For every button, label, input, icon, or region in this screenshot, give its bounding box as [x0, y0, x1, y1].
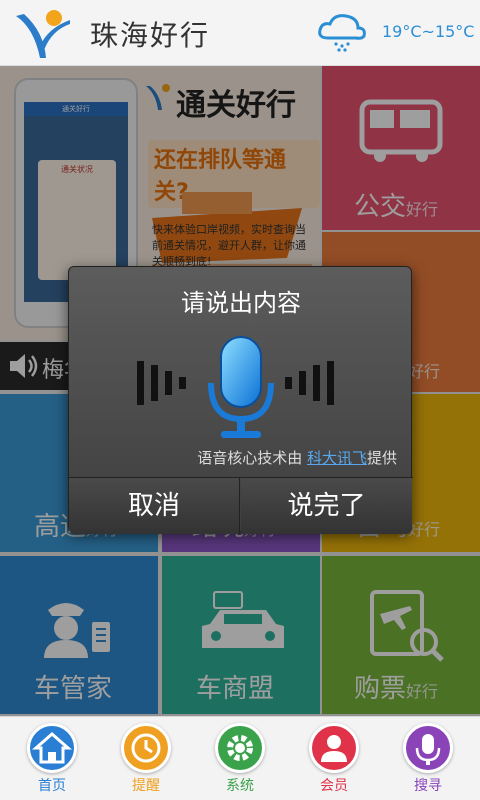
nav-search[interactable]: 搜寻: [392, 723, 464, 799]
user-icon: [309, 723, 359, 773]
home-icon: [27, 723, 77, 773]
clock-icon: [121, 723, 171, 773]
nav-reminder-label: 提醒: [132, 778, 160, 794]
done-speaking-button[interactable]: 说完了: [241, 478, 412, 534]
voice-input-dialog: 请说出内容 语音核心技术由 科大讯飞提供 取消 说完了: [68, 266, 413, 534]
nav-home[interactable]: 首页: [16, 723, 88, 799]
provider-suffix: 提供: [366, 449, 397, 467]
dialog-buttons: 取消 说完了: [69, 477, 413, 534]
provider-link[interactable]: 科大讯飞: [307, 449, 367, 467]
sound-wave-left-icon: [137, 361, 186, 405]
app-title: 珠海好行: [90, 19, 211, 52]
nav-reminder[interactable]: 提醒: [110, 723, 182, 799]
gear-icon: [215, 723, 265, 773]
bottom-nav: 首页 提醒 系统 会员 搜寻: [0, 716, 480, 800]
cloud-rain-icon: [318, 14, 366, 52]
cancel-button[interactable]: 取消: [69, 478, 240, 534]
nav-system-label: 系统: [226, 778, 254, 794]
microphone-icon[interactable]: [203, 333, 279, 441]
sound-wave-right-icon: [285, 361, 334, 405]
nav-home-label: 首页: [38, 778, 66, 794]
app-header: 珠海好行 19°C~15°C: [0, 0, 480, 66]
app-logo-icon: [16, 10, 70, 58]
temperature-text: 19°C~15°C: [382, 22, 475, 41]
nav-member[interactable]: 会员: [298, 723, 370, 799]
dialog-title: 请说出内容: [181, 289, 301, 317]
microphone-icon: [403, 723, 453, 773]
provider-credit: 语音核心技术由 科大讯飞提供: [69, 447, 397, 468]
nav-system[interactable]: 系统: [204, 723, 276, 799]
nav-member-label: 会员: [320, 778, 348, 794]
nav-search-label: 搜寻: [414, 778, 442, 794]
provider-prefix: 语音核心技术由: [197, 449, 307, 467]
